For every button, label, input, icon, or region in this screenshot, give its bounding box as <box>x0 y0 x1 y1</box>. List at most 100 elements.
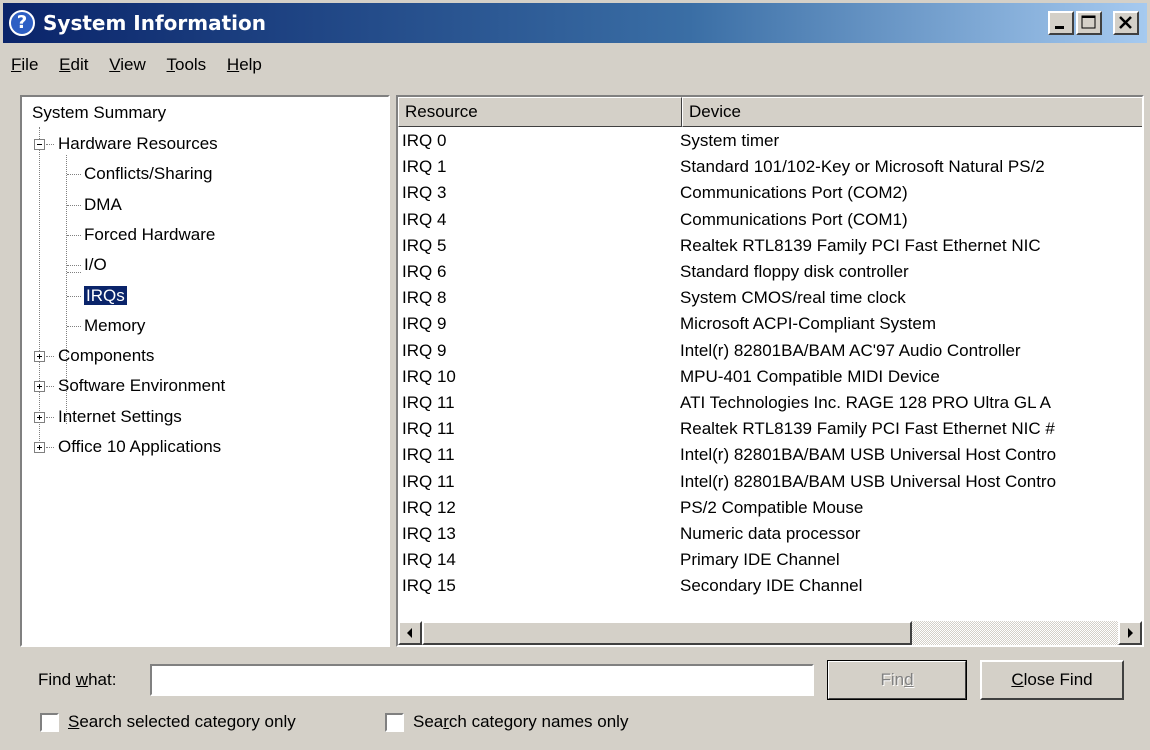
table-row[interactable]: IRQ 1 Standard 101/102-Key or Microsoft N… <box>398 153 1142 180</box>
tree-item-office-10-applications[interactable]: Office 10 Applications <box>58 436 221 458</box>
scroll-right-button[interactable] <box>1118 621 1142 645</box>
tree-line <box>67 205 81 206</box>
device-cell: Realtek RTL8139 Family PCI Fast Ethernet… <box>680 235 1041 255</box>
resource-cell: IRQ 11 <box>402 419 455 439</box>
menu-help[interactable]: Help <box>219 50 270 80</box>
scroll-left-button[interactable] <box>398 621 422 645</box>
table-row[interactable]: IRQ 4 Communications Port (COM1) <box>398 206 1142 233</box>
column-header-resource[interactable]: Resource <box>398 97 682 127</box>
menu-file-label: ile <box>21 55 39 74</box>
close-find-button[interactable]: Close Find <box>980 660 1124 700</box>
tree-line <box>67 272 81 273</box>
find-button[interactable]: Find <box>827 660 967 700</box>
menu-view-label: iew <box>120 55 146 74</box>
table-row[interactable]: IRQ 11 Realtek RTL8139 Family PCI Fast Et… <box>398 415 1142 442</box>
tree-label: Internet Settings <box>58 407 182 426</box>
resource-cell: IRQ 5 <box>402 235 447 255</box>
tree-line <box>46 417 54 418</box>
chk1-key: S <box>68 712 80 731</box>
resource-cell: IRQ 15 <box>402 576 456 596</box>
menu-tools-label: ools <box>174 55 207 74</box>
title-bar[interactable]: ? System Information <box>3 3 1147 43</box>
tree-item-internet-settings[interactable]: Internet Settings <box>58 406 182 428</box>
menu-file[interactable]: File <box>3 50 46 80</box>
tree-item-hardware-resources[interactable]: Hardware Resources <box>58 133 218 155</box>
minimize-button[interactable] <box>1048 11 1074 35</box>
device-cell: System timer <box>680 131 780 150</box>
table-row[interactable]: IRQ 13 Numeric data processor <box>398 520 1142 547</box>
menu-edit-label: dit <box>70 55 89 74</box>
expand-icon[interactable] <box>34 381 45 392</box>
resource-cell: IRQ 11 <box>402 393 455 412</box>
menu-view-key: V <box>109 55 121 74</box>
tree-label: System Summary <box>32 103 167 122</box>
resource-cell: IRQ 1 <box>402 157 447 177</box>
resource-list[interactable]: Resource Device IRQ 0 System timer IRQ 1 St… <box>396 95 1144 647</box>
tree-item-memory[interactable]: Memory <box>84 315 145 337</box>
table-row[interactable]: IRQ 9 Microsoft ACPI-Compliant System <box>398 310 1142 337</box>
table-row[interactable]: IRQ 3 Communications Port (COM2) <box>398 179 1142 206</box>
menu-edit[interactable]: Edit <box>51 50 96 80</box>
tree-item-forced-hardware[interactable]: Forced Hardware <box>84 224 215 246</box>
search-category-names-checkbox[interactable] <box>385 713 404 732</box>
table-row[interactable]: IRQ 10 MPU-401 Compatible MIDI Device <box>398 363 1142 390</box>
category-tree[interactable]: System Summary Hardware Resources Confli… <box>20 95 390 647</box>
tree-line <box>67 265 81 266</box>
search-selected-category-checkbox[interactable] <box>40 713 59 732</box>
find-label-key: w <box>75 670 89 689</box>
tree-item-irqs[interactable]: IRQs <box>84 285 127 307</box>
device-cell: Standard 101/102-Key or Microsoft Natura… <box>680 157 1045 177</box>
table-row[interactable]: IRQ 5 Realtek RTL8139 Family PCI Fast Eth… <box>398 232 1142 259</box>
menu-tools[interactable]: Tools <box>158 50 214 80</box>
menu-file-key: F <box>11 55 22 74</box>
expand-icon[interactable] <box>34 412 45 423</box>
tree-line <box>67 235 81 236</box>
close-icon <box>1119 16 1132 29</box>
expand-icon[interactable] <box>34 351 45 362</box>
tree-label: Office 10 Applications <box>58 437 222 456</box>
resource-cell: IRQ 11 <box>402 471 455 491</box>
find-btn-pre: Fin <box>880 670 905 689</box>
tree-item-conflicts-sharing[interactable]: Conflicts/Sharing <box>84 163 213 185</box>
scroll-track[interactable] <box>912 621 1118 645</box>
tree-line <box>67 296 81 297</box>
help-icon: ? <box>9 10 35 36</box>
table-row[interactable]: IRQ 11 ATI Technologies Inc. RAGE 128 PRO… <box>398 389 1142 416</box>
table-row[interactable]: IRQ 11 Intel(r) 82801BA/BAM USB Universal… <box>398 441 1142 468</box>
resource-cell: IRQ 3 <box>402 183 447 203</box>
table-row[interactable]: IRQ 8 System CMOS/real time clock <box>398 284 1142 311</box>
chk1-post: earch selected category only <box>79 712 296 731</box>
table-row[interactable]: IRQ 15 Secondary IDE Channel <box>398 572 1142 599</box>
scroll-thumb[interactable] <box>422 621 912 645</box>
horizontal-scrollbar[interactable] <box>398 621 1142 645</box>
table-row[interactable]: IRQ 6 Standard floppy disk controller <box>398 258 1142 285</box>
tree-line <box>46 386 54 387</box>
table-row[interactable]: IRQ 0 System timer <box>398 127 1142 154</box>
menu-view[interactable]: View <box>101 50 154 80</box>
tree-label: Memory <box>84 316 146 335</box>
table-row[interactable]: IRQ 12 PS/2 Compatible Mouse <box>398 494 1142 521</box>
device-cell: Realtek RTL8139 Family PCI Fast Ethernet… <box>680 419 1055 439</box>
close-button[interactable] <box>1113 11 1139 35</box>
tree-label: I/O <box>84 255 107 274</box>
expand-icon[interactable] <box>34 442 45 453</box>
tree-item-software-environment[interactable]: Software Environment <box>58 375 225 397</box>
collapse-icon[interactable] <box>34 139 45 150</box>
tree-item-system-summary[interactable]: System Summary <box>32 102 166 124</box>
device-cell: ATI Technologies Inc. RAGE 128 PRO Ultra… <box>680 393 1052 412</box>
find-what-input[interactable] <box>150 664 814 696</box>
device-cell: Secondary IDE Channel <box>680 576 863 596</box>
tree-item-components[interactable]: Components <box>58 345 154 367</box>
tree-line <box>46 356 54 357</box>
maximize-button[interactable] <box>1076 11 1102 35</box>
tree-item-io[interactable]: I/O <box>84 254 107 276</box>
table-row[interactable]: IRQ 9 Intel(r) 82801BA/BAM AC'97 Audio Co… <box>398 337 1142 364</box>
find-what-label: Find what: <box>38 670 116 690</box>
table-row[interactable]: IRQ 11 Intel(r) 82801BA/BAM USB Universal… <box>398 468 1142 495</box>
table-row[interactable]: IRQ 14 Primary IDE Channel <box>398 546 1142 573</box>
tree-item-dma[interactable]: DMA <box>84 194 122 216</box>
find-btn-key: d <box>904 670 914 689</box>
column-header-device[interactable]: Device <box>682 97 1142 127</box>
menu-help-label: elp <box>239 55 262 74</box>
device-cell: MPU-401 Compatible MIDI Device <box>680 366 940 386</box>
